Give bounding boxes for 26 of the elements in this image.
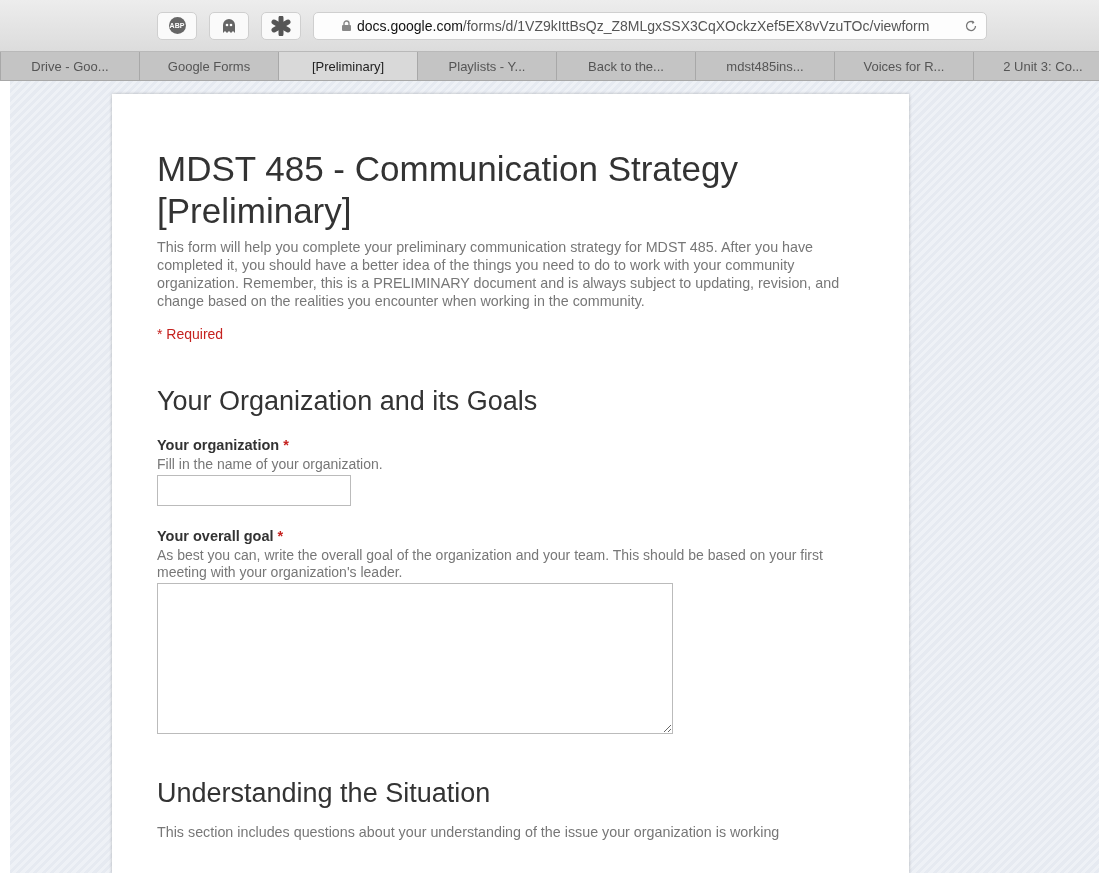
section-description: This section includes questions about your understanding of the issue your organization is working — [157, 823, 781, 841]
browser-tab[interactable]: Voices for R... — [835, 52, 974, 80]
browser-tab[interactable]: 2 Unit 3: Co... — [974, 52, 1099, 80]
question-title: Your overall goal * — [157, 528, 285, 544]
extension-button[interactable] — [261, 11, 301, 40]
browser-tab[interactable]: [Preliminary] — [279, 52, 418, 80]
required-note: * Required — [157, 326, 225, 342]
section-title: Understanding the Situation — [157, 778, 492, 809]
section-title: Your Organization and its Goals — [157, 386, 539, 417]
browser-tab[interactable]: Drive - Goo... — [1, 52, 140, 80]
ghost-icon — [222, 17, 236, 34]
browser-tab[interactable]: Playlists - Y... — [418, 52, 557, 80]
extension-button[interactable] — [209, 11, 249, 40]
browser-tab[interactable]: mdst485ins... — [696, 52, 835, 80]
question-help: Fill in the name of your organization. — [157, 456, 384, 473]
lock-icon — [342, 20, 351, 31]
address-bar[interactable]: docs.google.com/forms/d/1VZ9kIttBsQz_Z8MLgxSSX3CqXOckzXef5EX8vVzuTOc/viewform — [313, 11, 987, 40]
question-help: As best you can, write the overall goal of the organization and your team. This should be based on your first meeting with your organization's leader. — [157, 547, 824, 581]
question-title: Your organization * — [157, 437, 290, 453]
form-title: MDST 485 - Communication Strategy [Preliminary] — [157, 148, 739, 232]
browser-tab[interactable]: Back to the... — [557, 52, 696, 80]
url-text: docs.google.com/forms/d/1VZ9kIttBsQz_Z8MLgxSSX3CqXOckzXef5EX8vVzuTOc/viewform — [357, 17, 930, 34]
form-description: This form will help you complete your preliminary communication strategy for MDST 485. After you have completed it, you should have a better idea of the things you need to do to work with your community organization. Remember, this is a PRELIMINARY document and is always subject to updating, revision, and change based on the realities you encounter when working in the community. — [157, 238, 841, 310]
reload-icon[interactable] — [964, 18, 978, 33]
answer-field[interactable] — [157, 475, 351, 506]
asterisk-icon — [271, 15, 291, 36]
